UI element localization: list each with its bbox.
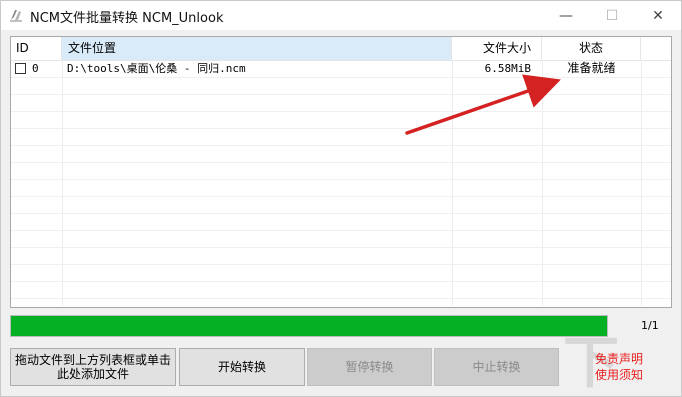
stop-convert-button[interactable]: 中止转换 xyxy=(434,348,559,386)
column-header-status[interactable]: 状态 xyxy=(542,37,641,60)
app-logo-icon xyxy=(10,10,22,22)
title-bar: NCM文件批量转换 NCM_Unlook — ☐ ✕ xyxy=(1,1,681,30)
minimize-button[interactable]: — xyxy=(543,1,589,30)
close-button[interactable]: ✕ xyxy=(635,1,681,30)
disclaimer-line-1: 免责声明 xyxy=(594,352,643,366)
add-files-button[interactable]: 拖动文件到上方列表框或单击此处添加文件 xyxy=(10,348,176,386)
grid-lines xyxy=(11,60,671,306)
row-id: 0 xyxy=(32,62,39,75)
row-status: 准备就绪 xyxy=(567,61,616,75)
start-convert-button[interactable]: 开始转换 xyxy=(179,348,305,386)
table-row[interactable]: 0 D:\tools\桌面\伦桑 - 同归.ncm 6.58MiB 准备就绪 xyxy=(11,60,671,77)
column-header-location[interactable]: 文件位置 xyxy=(62,37,452,60)
disclaimer-link[interactable]: 免责声明 使用须知 xyxy=(591,351,647,383)
app-window: NCM文件批量转换 NCM_Unlook — ☐ ✕ ID 文件位置 文件大小 … xyxy=(0,0,682,397)
maximize-button[interactable]: ☐ xyxy=(589,1,635,30)
pause-convert-button[interactable]: 暂停转换 xyxy=(307,348,432,386)
file-list[interactable]: ID 文件位置 文件大小 状态 0 D:\tools\桌面\伦桑 - 同归.nc… xyxy=(10,36,672,308)
list-header: ID 文件位置 文件大小 状态 xyxy=(11,37,671,61)
column-header-size[interactable]: 文件大小 xyxy=(452,37,542,60)
row-file-location: D:\tools\桌面\伦桑 - 同归.ncm xyxy=(67,62,246,75)
column-header-id[interactable]: ID xyxy=(11,37,62,60)
disclaimer-line-2: 使用须知 xyxy=(594,368,643,382)
row-checkbox[interactable] xyxy=(15,63,26,74)
window-title: NCM文件批量转换 NCM_Unlook xyxy=(30,11,224,26)
row-file-size: 6.58MiB xyxy=(484,62,531,75)
conversion-progress-bar xyxy=(10,315,608,337)
progress-fill xyxy=(11,316,607,336)
